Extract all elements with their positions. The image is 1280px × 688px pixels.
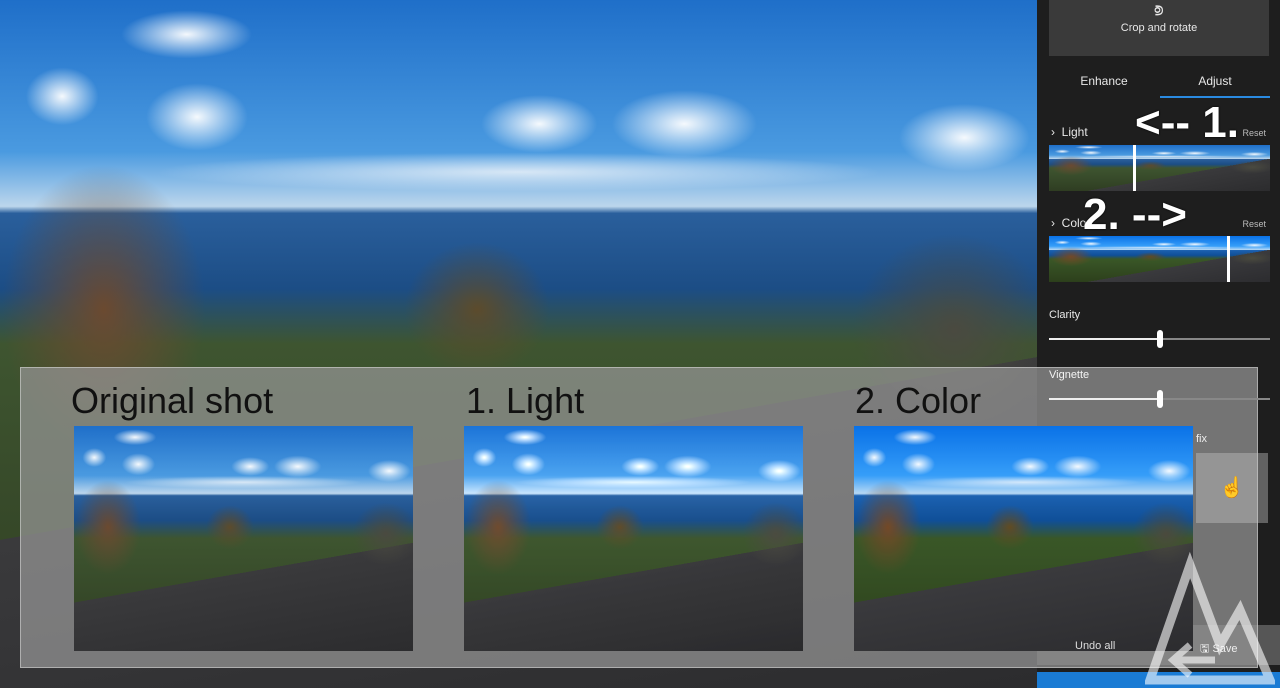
watermark-logo	[1145, 551, 1275, 685]
vignette-slider-thumb[interactable]	[1156, 390, 1163, 408]
spot-fix-label: fix	[1196, 433, 1207, 445]
light-section-toggle[interactable]: › Light	[1051, 125, 1088, 139]
clarity-label: Clarity	[1049, 309, 1081, 321]
vignette-label: Vignette	[1049, 369, 1090, 381]
clarity-slider-thumb[interactable]	[1156, 330, 1163, 348]
thumbnail-light	[464, 426, 803, 651]
light-label: Light	[1061, 125, 1088, 139]
crop-rotate-button[interactable]: ⟄ Crop and rotate	[1049, 0, 1269, 56]
annotation-two: 2. -->	[1083, 190, 1187, 239]
thumbnail-color	[854, 426, 1193, 651]
light-reset-button[interactable]: Reset	[1242, 128, 1266, 138]
light-strip-slider[interactable]	[1049, 145, 1270, 191]
color-strip-handle[interactable]	[1227, 236, 1230, 282]
undo-all-button[interactable]: Undo all	[1075, 640, 1115, 652]
color-strip-slider[interactable]	[1049, 236, 1270, 282]
chevron-right-icon: ›	[1051, 125, 1062, 139]
tab-enhance[interactable]: Enhance	[1049, 74, 1159, 88]
crop-icon: ⟄	[1154, 2, 1164, 19]
caption-light: 1. Light	[466, 380, 585, 421]
comparison-overlay: Original shot 1. Light 2. Color	[20, 367, 1258, 668]
color-reset-button[interactable]: Reset	[1242, 219, 1266, 229]
annotation-one: <-- 1.	[1135, 98, 1239, 147]
caption-original: Original shot	[71, 380, 274, 421]
chevron-right-icon: ›	[1051, 216, 1062, 230]
spot-fix-button[interactable]: ☝	[1196, 453, 1268, 523]
touch-hand-icon: ☝	[1219, 477, 1245, 499]
crop-label: Crop and rotate	[1120, 22, 1198, 34]
vignette-slider[interactable]	[1049, 390, 1270, 408]
caption-color: 2. Color	[855, 380, 982, 421]
thumbnail-original	[74, 426, 413, 651]
clarity-slider[interactable]	[1049, 330, 1270, 348]
undo-label: Undo all	[1075, 640, 1116, 652]
light-strip-handle[interactable]	[1133, 145, 1136, 191]
tab-adjust[interactable]: Adjust	[1160, 74, 1270, 88]
